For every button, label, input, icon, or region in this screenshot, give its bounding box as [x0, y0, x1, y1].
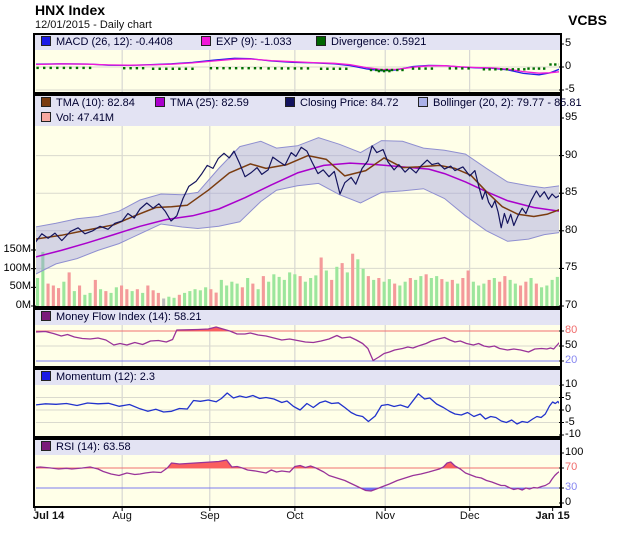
x-axis-label: Dec: [459, 510, 480, 522]
legend-color-swatch: [155, 97, 165, 107]
legend-color-swatch: [41, 36, 51, 46]
main-ytick-label: 95: [565, 111, 578, 123]
volume-tick-label: 100M: [3, 261, 31, 274]
chart-page: HNX Index 12/01/2015 - Daily chart VCBS …: [0, 0, 620, 535]
legend-label: Closing Price: 84.72: [300, 97, 399, 109]
x-axis-label: Oct: [286, 510, 304, 522]
volume-tick-label: 0M: [15, 299, 31, 311]
x-axis-label: Aug: [112, 510, 132, 522]
mfi-legend: Money Flow Index (14): 58.21: [35, 310, 560, 325]
main-ytick-label: 70: [565, 299, 578, 311]
legend-label: Vol: 47.41M: [56, 112, 115, 124]
legend-label: Divergence: 0.5921: [331, 36, 427, 48]
mfi-ytick-label: 50: [565, 339, 578, 351]
legend-item: Divergence: 0.5921: [316, 35, 426, 50]
rsi-legend: RSI (14): 63.58: [35, 440, 560, 455]
momentum-legend: Momentum (12): 2.3: [35, 370, 560, 385]
main-legend: TMA (10): 82.84 TMA (25): 82.59 Closing Pr…: [35, 96, 582, 126]
legend-label: RSI (14): 63.58: [56, 441, 131, 453]
legend-color-swatch: [418, 97, 428, 107]
brand-logo: VCBS: [568, 12, 607, 28]
rsi-ytick-label: 70: [565, 461, 578, 473]
mfi-ytick-label: 80: [565, 324, 578, 336]
macd-legend: MACD (26, 12): -0.4408 EXP (9): -1.033 Div…: [35, 35, 560, 50]
main-ytick-label: 75: [565, 261, 578, 274]
legend-label: TMA (10): 82.84: [56, 97, 135, 109]
volume-tick-label: 50M: [9, 280, 31, 293]
momentum-ytick-label: -5: [565, 415, 575, 428]
macd-ytick-label: -5: [565, 83, 575, 95]
x-axis-label: Nov: [375, 510, 395, 522]
x-axis-label: Jul 14: [33, 510, 65, 522]
macd-ytick-label: 0: [565, 60, 572, 72]
legend-color-swatch: [41, 371, 51, 381]
momentum-ytick-label: 5: [565, 390, 572, 403]
legend-color-swatch: [41, 441, 51, 451]
x-axis-label: Sep: [200, 510, 220, 522]
main-ytick-label: 90: [565, 148, 578, 161]
legend-label: EXP (9): -1.033: [216, 36, 292, 48]
momentum-ytick-label: 10: [565, 378, 578, 390]
legend-item: Money Flow Index (14): 58.21: [41, 310, 202, 325]
main-ytick-label: 85: [565, 186, 578, 199]
page-title: HNX Index: [35, 2, 106, 18]
mfi-ytick-label: 20: [565, 354, 578, 366]
macd-ytick-label: 5: [565, 37, 572, 49]
legend-item: Bollinger (20, 2): 79.77 - 85.81: [418, 96, 582, 111]
legend-item: TMA (10): 82.84: [41, 96, 135, 111]
rsi-ytick-label: 100: [565, 446, 584, 458]
x-axis-label: Jan 15: [535, 510, 570, 522]
legend-label: Bollinger (20, 2): 79.77 - 85.81: [433, 97, 582, 109]
momentum-panel: Momentum (12): 2.3: [33, 368, 562, 438]
rsi-ytick-label: 0: [565, 496, 572, 508]
legend-color-swatch: [41, 112, 51, 122]
page-subtitle: 12/01/2015 - Daily chart: [35, 19, 152, 31]
legend-item: MACD (26, 12): -0.4408: [41, 35, 173, 50]
legend-color-swatch: [316, 36, 326, 46]
legend-color-swatch: [201, 36, 211, 46]
legend-item: Momentum (12): 2.3: [41, 370, 155, 385]
legend-item: Vol: 47.41M: [41, 111, 114, 126]
macd-panel: MACD (26, 12): -0.4408 EXP (9): -1.033 Div…: [33, 33, 562, 94]
legend-item: RSI (14): 63.58: [41, 440, 131, 455]
legend-label: TMA (25): 82.59: [170, 97, 249, 109]
volume-tick-label: 150M: [3, 243, 31, 255]
legend-color-swatch: [285, 97, 295, 107]
legend-item: TMA (25): 82.59: [155, 96, 249, 111]
momentum-ytick-label: 0: [565, 403, 572, 415]
money-flow-index-panel: Money Flow Index (14): 58.21: [33, 308, 562, 368]
main-ytick-label: 80: [565, 223, 578, 236]
legend-item: EXP (9): -1.033: [201, 35, 292, 50]
legend-color-swatch: [41, 311, 51, 321]
momentum-ytick-label: -10: [565, 428, 581, 440]
rsi-panel: RSI (14): 63.58: [33, 438, 562, 508]
legend-label: Momentum (12): 2.3: [56, 371, 156, 383]
legend-color-swatch: [41, 97, 51, 107]
price-panel: TMA (10): 82.84 TMA (25): 82.59 Closing Pr…: [33, 94, 582, 308]
legend-item: Closing Price: 84.72: [285, 96, 398, 111]
legend-label: Money Flow Index (14): 58.21: [56, 311, 202, 323]
legend-label: MACD (26, 12): -0.4408: [56, 36, 173, 48]
rsi-ytick-label: 30: [565, 481, 578, 493]
